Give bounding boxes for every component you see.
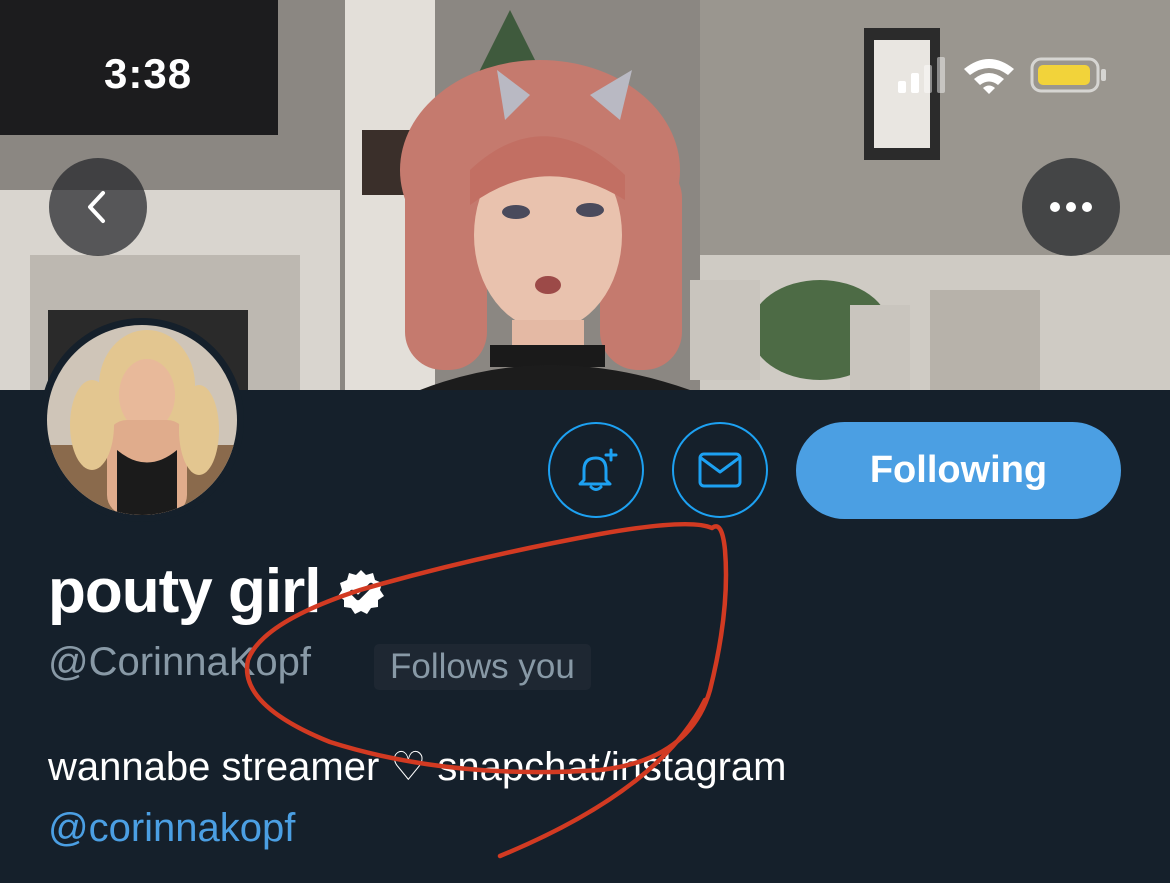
- username-handle: @CorinnaKopf: [48, 640, 311, 684]
- avatar-photo: [47, 325, 237, 515]
- wifi-icon: [964, 59, 1014, 94]
- bio-mention-link[interactable]: @corinnakopf: [48, 806, 295, 851]
- profile-screen: 3:38 Following pouty girl @CorinnaKopf F…: [0, 0, 1170, 883]
- message-button[interactable]: [672, 422, 768, 518]
- cellular-signal-icon: [898, 57, 945, 93]
- notifications-button[interactable]: [548, 422, 644, 518]
- status-bar-time: 3:38: [104, 50, 193, 97]
- display-name: pouty girl: [48, 557, 321, 626]
- display-name-row: pouty girl: [48, 556, 386, 627]
- following-button[interactable]: Following: [796, 422, 1121, 519]
- status-bar-icons: [898, 55, 1118, 95]
- back-button[interactable]: [49, 158, 147, 256]
- follows-you-badge: Follows you: [374, 644, 591, 690]
- bio-text: wannabe streamer ♡ snapchat/instagram: [48, 745, 787, 789]
- more-options-button[interactable]: [1022, 158, 1120, 256]
- profile-avatar[interactable]: [40, 318, 244, 522]
- verified-badge-icon: [336, 567, 386, 617]
- bell-plus-icon: [578, 448, 618, 491]
- mail-icon: [698, 452, 742, 488]
- chevron-left-icon: [88, 191, 105, 223]
- more-horizontal-icon: [1050, 202, 1092, 212]
- battery-icon: [1030, 57, 1106, 93]
